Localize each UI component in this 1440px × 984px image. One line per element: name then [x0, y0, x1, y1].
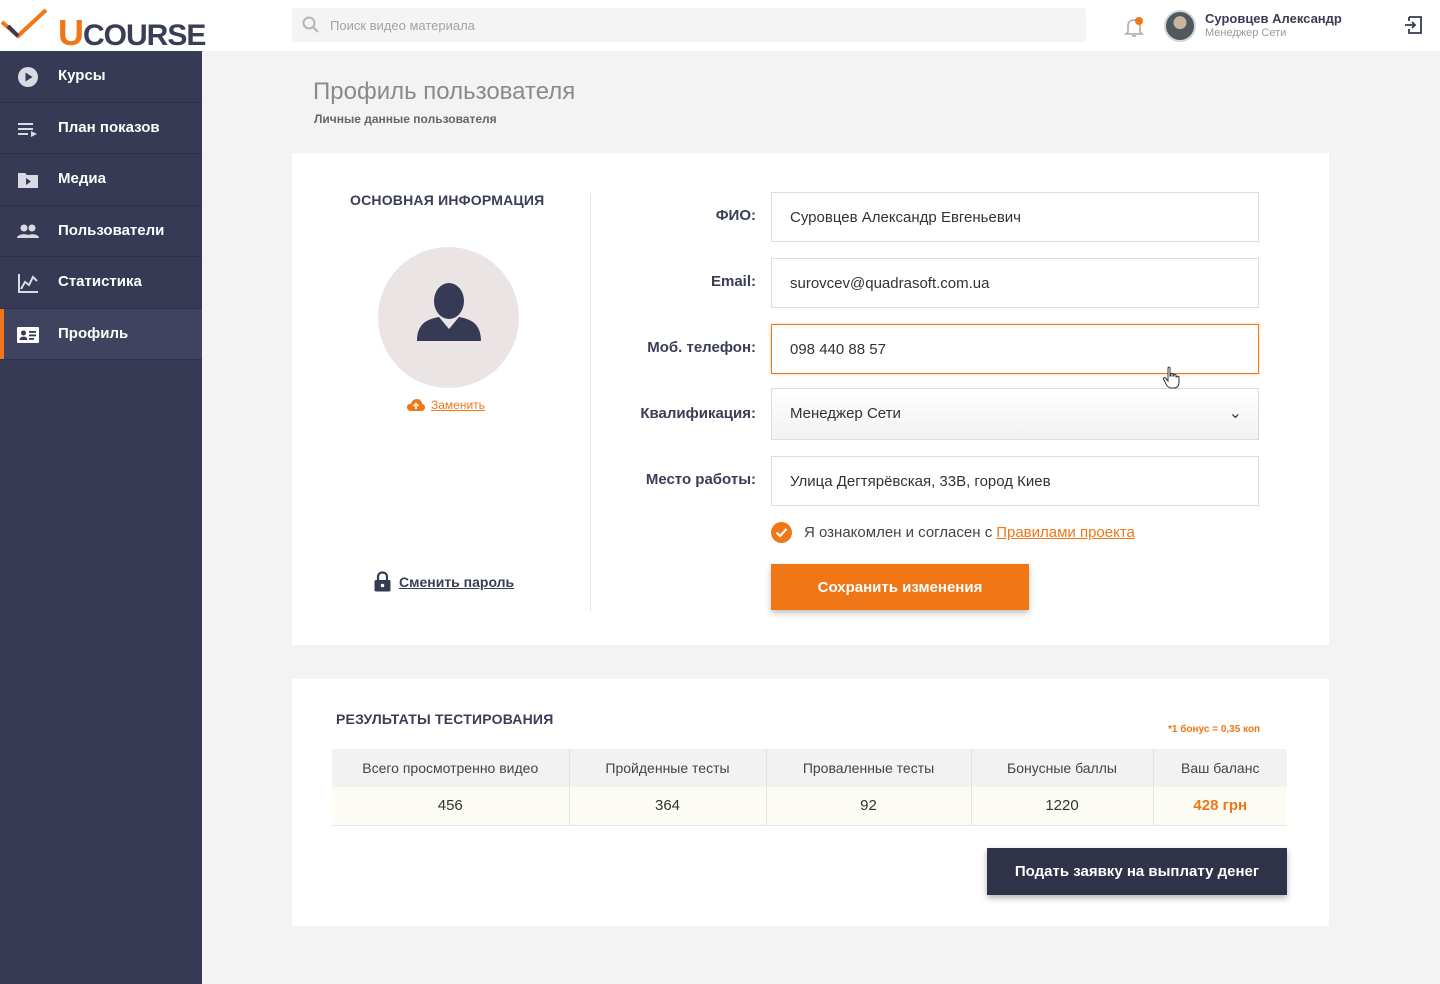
search-input[interactable]: [330, 8, 1070, 42]
workplace-input[interactable]: [771, 456, 1259, 506]
section-title-basic-info: ОСНОВНАЯ ИНФОРМАЦИЯ: [350, 192, 545, 208]
sidebar-item-statistics[interactable]: Статистика: [0, 257, 202, 309]
qualification-selected-value: Менеджер Сети: [790, 405, 901, 422]
logo-check-icon: [0, 8, 48, 39]
replace-photo-link[interactable]: Заменить: [407, 398, 485, 412]
search-icon: [302, 16, 319, 33]
lock-icon: [374, 571, 391, 592]
table-header-row: Всего просмотренно видео Пройденные тест…: [332, 749, 1287, 787]
sidebar-item-label: Пользователи: [58, 221, 165, 239]
logo[interactable]: UCOURSE: [0, 6, 206, 53]
fio-label: ФИО:: [715, 207, 756, 224]
email-label: Email:: [710, 273, 756, 290]
section-title-results: РЕЗУЛЬТАТЫ ТЕСТИРОВАНИЯ: [336, 711, 554, 727]
replace-photo-label: Заменить: [431, 398, 485, 412]
sidebar-item-profile[interactable]: Профиль: [0, 308, 202, 360]
sidebar-item-label: Медиа: [58, 170, 106, 187]
sidebar-item-users[interactable]: Пользователи: [0, 206, 202, 257]
phone-input[interactable]: [771, 324, 1259, 374]
users-icon: [17, 224, 39, 238]
request-payout-button[interactable]: Подать заявку на выплату денег: [987, 848, 1287, 895]
vertical-divider: [590, 193, 591, 611]
chevron-down-icon: ⌄: [1228, 405, 1242, 422]
logout-icon[interactable]: [1403, 15, 1423, 35]
hand-cursor-icon: [1162, 366, 1180, 389]
bonus-points-value: 1220: [971, 787, 1154, 826]
profile-card: ОСНОВНАЯ ИНФОРМАЦИЯ Заменить Сменить пар…: [292, 153, 1329, 645]
save-changes-button[interactable]: Сохранить изменения: [771, 564, 1029, 610]
form-row-phone: Моб. телефон:: [592, 324, 1292, 374]
page-subtitle: Личные данные пользователя: [314, 112, 497, 126]
qualification-select[interactable]: Менеджер Сети ⌄: [771, 388, 1259, 440]
profile-card-icon: [17, 326, 39, 343]
user-avatar[interactable]: [1164, 10, 1196, 42]
sidebar-item-schedule[interactable]: План показов: [0, 103, 202, 154]
sidebar-item-courses[interactable]: Курсы: [0, 51, 202, 103]
passed-tests-value: 364: [569, 787, 767, 826]
results-table: Всего просмотренно видео Пройденные тест…: [332, 749, 1287, 826]
page-title: Профиль пользователя: [313, 78, 576, 105]
form-row-qualification: Квалификация: Менеджер Сети ⌄: [592, 388, 1292, 440]
checkmark-icon: [775, 528, 788, 538]
agree-row: Я ознакомлен и согласен с Правилами прое…: [771, 522, 1135, 543]
column-header: Бонусные баллы: [971, 749, 1154, 787]
column-header: Ваш баланс: [1153, 749, 1287, 787]
qualification-label: Квалификация:: [640, 405, 756, 422]
agree-checkbox[interactable]: [771, 522, 792, 543]
sidebar-item-label: Курсы: [58, 67, 106, 84]
agree-text: Я ознакомлен и согласен с: [804, 524, 993, 541]
cloud-upload-icon: [407, 399, 425, 411]
profile-avatar: [378, 247, 519, 388]
table-row: 456 364 92 1220 428 грн: [332, 787, 1287, 826]
test-results-card: РЕЗУЛЬТАТЫ ТЕСТИРОВАНИЯ *1 бонус = 0,35 …: [292, 679, 1329, 926]
chart-icon: [18, 274, 38, 293]
project-rules-link[interactable]: Правилами проекта: [996, 524, 1135, 541]
user-role: Менеджер Сети: [1205, 27, 1287, 39]
bonus-note: *1 бонус = 0,35 коп: [1168, 724, 1261, 735]
change-password-link[interactable]: Сменить пароль: [374, 571, 514, 592]
total-videos-value: 456: [332, 787, 570, 826]
form-row-fio: ФИО:: [592, 192, 1292, 242]
sidebar-item-label: План показов: [58, 118, 160, 136]
top-bar: UCOURSE Суровцев Александр Менеджер Сети: [0, 0, 1440, 53]
balance-value: 428 грн: [1153, 787, 1287, 826]
search-box[interactable]: [292, 8, 1086, 42]
form-row-workplace: Место работы:: [592, 456, 1292, 506]
sidebar: Курсы План показов Медиа Пользователи Ст…: [0, 51, 202, 984]
logo-text: UCOURSE: [58, 12, 206, 53]
sidebar-item-label: Статистика: [58, 273, 142, 290]
column-header: Всего просмотренно видео: [332, 749, 570, 787]
sidebar-item-label: Профиль: [58, 324, 129, 342]
user-name[interactable]: Суровцев Александр: [1205, 11, 1342, 26]
column-header: Проваленные тесты: [766, 749, 972, 787]
email-input[interactable]: [771, 258, 1259, 308]
column-header: Пройденные тесты: [569, 749, 767, 787]
sidebar-item-media[interactable]: Медиа: [0, 154, 202, 206]
workplace-label: Место работы:: [645, 471, 756, 488]
change-password-label: Сменить пароль: [399, 573, 515, 590]
failed-tests-value: 92: [766, 787, 972, 826]
media-folder-icon: [18, 173, 38, 188]
user-silhouette-icon: [417, 283, 481, 341]
playlist-icon: [18, 122, 37, 137]
phone-label: Моб. телефон:: [647, 339, 756, 356]
notification-bell-icon[interactable]: [1124, 16, 1144, 38]
form-row-email: Email:: [592, 258, 1292, 308]
fio-input[interactable]: [771, 192, 1259, 242]
play-circle-icon: [18, 67, 38, 87]
